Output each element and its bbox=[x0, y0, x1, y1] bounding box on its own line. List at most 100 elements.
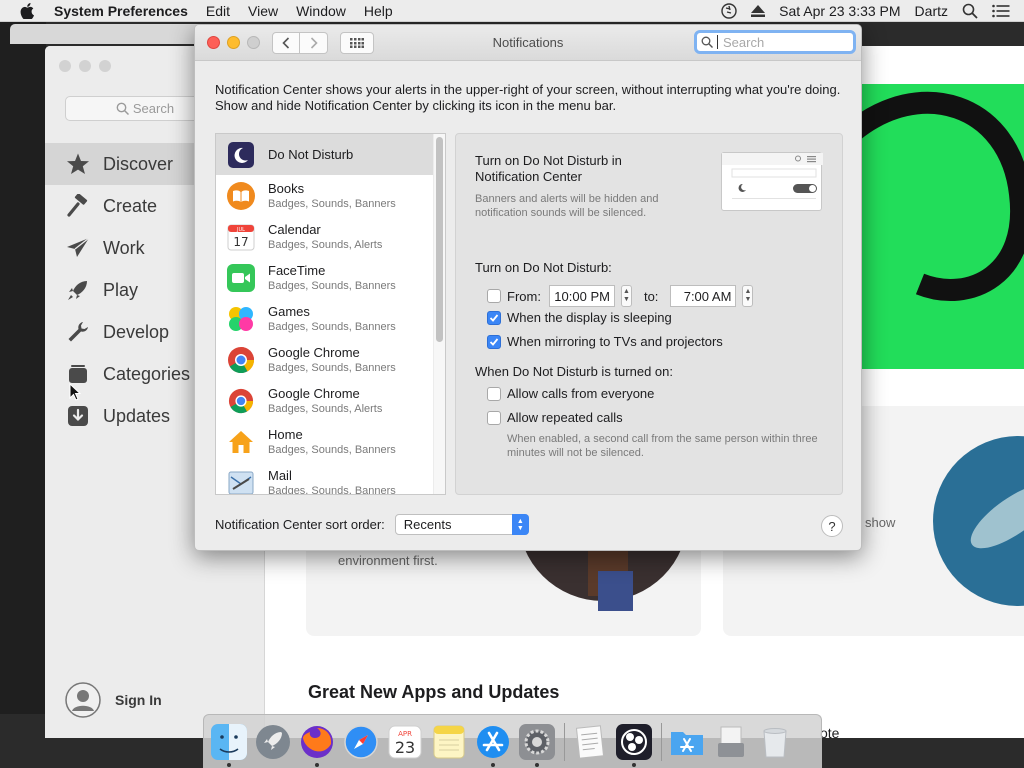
background-desktop bbox=[0, 22, 46, 714]
menu-help[interactable]: Help bbox=[364, 3, 393, 19]
dock-calendar[interactable]: APR 23 bbox=[386, 723, 424, 761]
obs-status-icon[interactable] bbox=[721, 3, 737, 19]
dock-obs[interactable] bbox=[615, 723, 653, 767]
app-name: Google Chrome bbox=[268, 386, 360, 401]
list-item-do-not-disturb[interactable]: Do Not Disturb bbox=[216, 134, 445, 175]
dock: APR 23 bbox=[203, 714, 822, 768]
avatar-icon bbox=[65, 682, 101, 718]
dock-calendar-month: APR bbox=[398, 730, 412, 738]
obs-icon bbox=[616, 723, 652, 760]
wrench-icon bbox=[65, 319, 91, 345]
sort-order-select[interactable]: Recents ▲ ▼ bbox=[394, 514, 529, 535]
dock-app-store[interactable] bbox=[474, 723, 512, 767]
chrome-icon bbox=[226, 345, 256, 375]
from-label: From: bbox=[507, 288, 541, 304]
app-list[interactable]: Do Not Disturb Books Badges, Sounds, Ban… bbox=[215, 133, 446, 495]
nav-label: Develop bbox=[103, 321, 170, 342]
to-time-stepper[interactable]: ▲ ▼ bbox=[742, 285, 754, 307]
applications-folder-icon bbox=[671, 731, 703, 755]
list-item-games[interactable]: Games Badges, Sounds, Banners bbox=[216, 298, 445, 339]
menubar-clock[interactable]: Sat Apr 23 3:33 PM bbox=[779, 3, 900, 19]
mouse-cursor-icon bbox=[69, 383, 81, 401]
list-item-mail[interactable]: Mail Badges, Sounds, Banners bbox=[216, 462, 445, 495]
menubar-user[interactable]: Dartz bbox=[915, 3, 948, 19]
apple-menu-icon[interactable] bbox=[20, 2, 38, 19]
menu-app-name[interactable]: System Preferences bbox=[54, 3, 188, 19]
app-name: Calendar bbox=[268, 222, 321, 237]
scrollbar-track[interactable] bbox=[433, 134, 445, 494]
app-alert-style: Badges, Sounds, Banners bbox=[268, 444, 396, 456]
document-icon bbox=[575, 724, 605, 759]
dock-system-preferences[interactable] bbox=[518, 723, 556, 767]
search-icon bbox=[116, 102, 129, 115]
display-sleeping-checkbox[interactable] bbox=[487, 310, 501, 325]
app-alert-style: Badges, Sounds, Alerts bbox=[268, 403, 383, 415]
to-time-field[interactable]: 7:00 AM bbox=[670, 285, 737, 307]
app-alert-style: Badges, Sounds, Banners bbox=[268, 321, 396, 333]
allow-repeated-row: Allow repeated calls bbox=[487, 410, 623, 425]
to-label: to: bbox=[643, 288, 659, 304]
menu-view[interactable]: View bbox=[248, 3, 278, 19]
list-item-google-chrome[interactable]: Google Chrome Badges, Sounds, Banners bbox=[216, 339, 445, 380]
nav-label: Categories bbox=[103, 363, 191, 384]
allow-repeated-checkbox[interactable] bbox=[487, 410, 501, 425]
list-item-google-chrome[interactable]: Google Chrome Badges, Sounds, Alerts bbox=[216, 380, 445, 421]
home-icon bbox=[226, 427, 256, 457]
dnd-description: Banners and alerts will be hidden and no… bbox=[475, 193, 659, 219]
dock-notes[interactable] bbox=[430, 723, 468, 761]
scrollbar-thumb[interactable] bbox=[436, 137, 443, 342]
dock-safari[interactable] bbox=[342, 723, 380, 761]
finder-icon bbox=[211, 723, 247, 760]
window-controls bbox=[59, 60, 111, 72]
firefox-icon bbox=[301, 725, 333, 758]
notification-center-icon[interactable] bbox=[992, 4, 1010, 18]
list-item-calendar[interactable]: JUL 17 Calendar Badges, Sounds, Alerts bbox=[216, 216, 445, 257]
dock-applications-folder[interactable] bbox=[668, 723, 706, 761]
zoom-button[interactable] bbox=[99, 60, 111, 72]
dock-downloads[interactable] bbox=[712, 723, 750, 761]
dock-launchpad[interactable] bbox=[254, 723, 292, 761]
gear-icon bbox=[519, 723, 555, 760]
checkmark-icon bbox=[489, 337, 499, 346]
search-placeholder: Search bbox=[132, 101, 175, 116]
downloads-icon bbox=[718, 726, 744, 757]
nav-label: Work bbox=[103, 237, 145, 258]
app-alert-style: Badges, Sounds, Banners bbox=[268, 198, 396, 210]
list-item-facetime[interactable]: FaceTime Badges, Sounds, Banners bbox=[216, 257, 445, 298]
minimize-button[interactable] bbox=[79, 60, 91, 72]
mirroring-checkbox[interactable] bbox=[487, 334, 501, 349]
running-indicator bbox=[535, 762, 539, 767]
list-item-home[interactable]: Home Badges, Sounds, Banners bbox=[216, 421, 445, 462]
sort-order-row: Notification Center sort order: Recents … bbox=[215, 514, 529, 535]
from-checkbox[interactable] bbox=[487, 289, 501, 303]
dock-firefox[interactable] bbox=[298, 723, 336, 767]
repeated-calls-note: When enabled, a second call from the sam… bbox=[507, 433, 818, 459]
dock-textedit[interactable] bbox=[571, 723, 609, 761]
calendar-day: 17 bbox=[233, 235, 248, 249]
help-button[interactable]: ? bbox=[821, 515, 843, 537]
featured-banner[interactable] bbox=[860, 84, 1024, 369]
do-not-disturb-panel: Turn on Do Not Disturb in Notification C… bbox=[455, 133, 843, 495]
display-sleeping-row: When the display is sleeping bbox=[487, 310, 672, 325]
games-icon bbox=[226, 304, 256, 334]
menu-edit[interactable]: Edit bbox=[206, 3, 230, 19]
allow-calls-checkbox[interactable] bbox=[487, 386, 501, 401]
safari-icon bbox=[344, 724, 378, 759]
menu-window[interactable]: Window bbox=[296, 3, 346, 19]
mirroring-label: When mirroring to TVs and projectors bbox=[507, 334, 723, 349]
trash-icon bbox=[763, 727, 787, 757]
dock-trash[interactable] bbox=[756, 723, 794, 761]
list-item-books[interactable]: Books Badges, Sounds, Banners bbox=[216, 175, 445, 216]
nav-label: Create bbox=[103, 195, 158, 216]
dock-finder[interactable] bbox=[210, 723, 248, 767]
close-button[interactable] bbox=[59, 60, 71, 72]
preferences-search-input[interactable]: Search bbox=[694, 30, 856, 54]
spotlight-search-icon[interactable] bbox=[962, 3, 978, 19]
from-time-field[interactable]: 10:00 PM bbox=[548, 285, 615, 307]
sort-order-value: Recents bbox=[403, 517, 452, 532]
eject-icon[interactable] bbox=[751, 5, 766, 17]
from-time-stepper[interactable]: ▲ ▼ bbox=[620, 285, 632, 307]
sign-in-button[interactable]: Sign In bbox=[65, 682, 162, 718]
books-icon bbox=[226, 181, 256, 211]
app-alert-style: Badges, Sounds, Banners bbox=[268, 485, 396, 495]
